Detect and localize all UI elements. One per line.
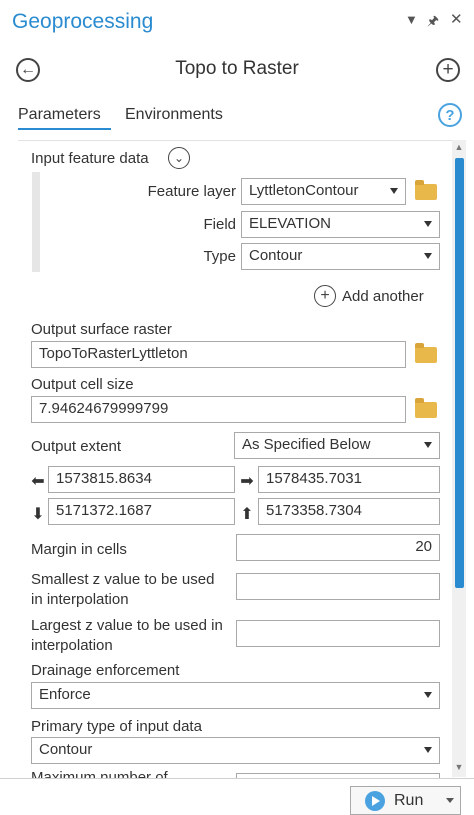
extent-top-input[interactable]: 5173358.7304 [258, 498, 440, 525]
field-label: Field [203, 216, 236, 233]
arrow-left-icon: ⬅ [31, 473, 45, 490]
output-surface-raster-input[interactable]: TopoToRasterLyttleton [31, 341, 406, 368]
largest-z-label-line2: interpolation [31, 637, 113, 654]
smallest-z-label-line2: in interpolation [31, 591, 129, 608]
chevron-down-icon [424, 221, 432, 227]
field-value: ELEVATION [249, 215, 331, 232]
drainage-enforcement-dropdown[interactable]: Enforce [31, 682, 440, 709]
folder-icon[interactable] [415, 398, 437, 418]
run-button[interactable]: Run [350, 786, 461, 815]
type-label: Type [203, 248, 236, 265]
chevron-down-icon [390, 188, 398, 194]
active-tab-indicator [18, 128, 111, 130]
largest-z-input[interactable] [236, 620, 440, 647]
chevron-down-icon [424, 747, 432, 753]
smallest-z-label-line1: Smallest z value to be used [31, 571, 215, 588]
chevron-down-icon [424, 692, 432, 698]
input-feature-data-label: Input feature data [31, 150, 149, 167]
output-surface-raster-label: Output surface raster [31, 321, 172, 338]
plus-circle-icon[interactable]: + [436, 58, 460, 82]
output-cell-size-input[interactable]: 7.94624679999799 [31, 396, 406, 423]
margin-in-cells-label: Margin in cells [31, 541, 127, 558]
group-indent-bar [32, 172, 40, 272]
play-icon [365, 790, 385, 811]
folder-icon[interactable] [415, 343, 437, 363]
run-label: Run [394, 791, 424, 809]
extent-bottom-input[interactable]: 5171372.1687 [48, 498, 235, 525]
scroll-up-icon[interactable]: ▲ [452, 142, 466, 154]
feature-layer-dropdown[interactable]: LyttletonContour [241, 178, 406, 205]
output-extent-value: As Specified Below [242, 436, 371, 453]
extent-left-input[interactable]: 1573815.8634 [48, 466, 235, 493]
chevron-down-icon [424, 442, 432, 448]
output-extent-dropdown[interactable]: As Specified Below [234, 432, 440, 459]
folder-icon[interactable] [415, 180, 437, 200]
arrow-down-icon: ⬇ [31, 506, 45, 523]
chevron-down-icon [424, 253, 432, 259]
output-extent-label: Output extent [31, 438, 122, 455]
feature-layer-label: Feature layer [147, 183, 236, 200]
maximum-iterations-row: Maximum number of [31, 769, 451, 778]
dropdown-triangle-icon[interactable]: ▼ [405, 12, 418, 27]
scroll-down-icon[interactable]: ▼ [452, 762, 466, 774]
tab-environments[interactable]: Environments [125, 106, 223, 124]
feature-layer-value: LyttletonContour [249, 182, 359, 199]
close-icon[interactable]: ✕ [450, 10, 463, 28]
maximum-iterations-label: Maximum number of [31, 769, 168, 778]
field-dropdown[interactable]: ELEVATION [241, 211, 440, 238]
run-options-chevron-icon[interactable] [446, 798, 454, 803]
primary-type-value: Contour [39, 741, 93, 758]
collapse-chevron-icon[interactable]: ⌄ [168, 147, 190, 169]
drainage-enforcement-value: Enforce [39, 686, 91, 703]
footer-separator [0, 778, 474, 779]
largest-z-label-line1: Largest z value to be used in [31, 617, 223, 634]
primary-type-dropdown[interactable]: Contour [31, 737, 440, 764]
arrow-right-icon: ➡ [240, 473, 254, 490]
extent-right-input[interactable]: 1578435.7031 [258, 466, 440, 493]
margin-in-cells-input[interactable]: 20 [236, 534, 440, 561]
type-dropdown[interactable]: Contour [241, 243, 440, 270]
tool-title: Topo to Raster [175, 58, 299, 79]
arrow-up-icon: ⬆ [240, 506, 254, 523]
add-another-icon[interactable]: + [314, 285, 336, 307]
type-value: Contour [249, 247, 303, 264]
help-icon[interactable]: ? [438, 103, 462, 127]
output-cell-size-label: Output cell size [31, 376, 134, 393]
smallest-z-input[interactable] [236, 573, 440, 600]
panel-title: Geoprocessing [12, 10, 154, 33]
primary-type-label: Primary type of input data [31, 718, 202, 735]
scrollbar-thumb[interactable] [455, 158, 464, 588]
pin-icon[interactable]: 🖈 [427, 12, 439, 34]
add-another-button[interactable]: Add another [342, 288, 424, 305]
drainage-enforcement-label: Drainage enforcement [31, 662, 180, 679]
tab-parameters[interactable]: Parameters [18, 106, 101, 124]
